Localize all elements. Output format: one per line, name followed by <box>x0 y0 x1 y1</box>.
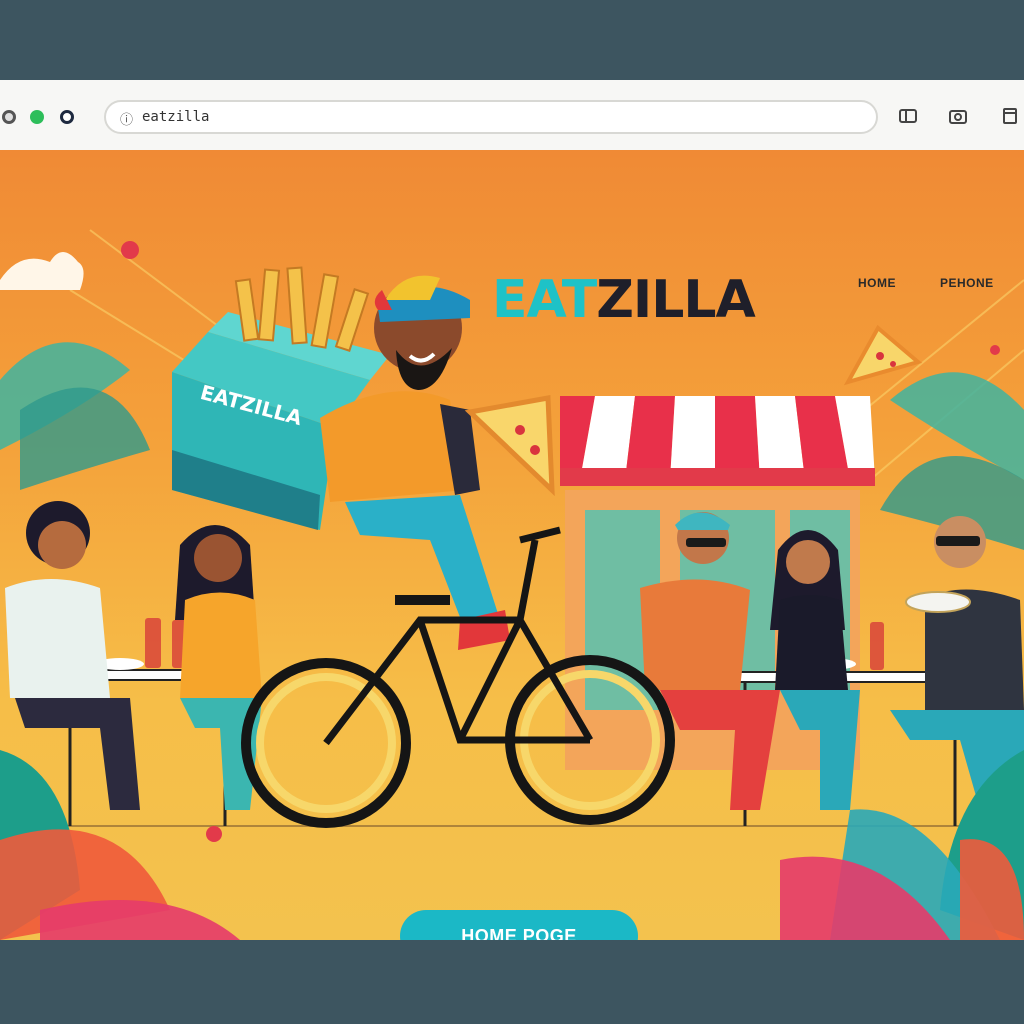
maximize-window-dot[interactable] <box>60 110 74 124</box>
nav-home[interactable]: HOME <box>858 276 896 290</box>
hero-page: EATZILLA HOME PEHONE EATZILLA HOME POGE <box>0 150 1024 940</box>
home-page-button[interactable]: HOME POGE <box>400 910 638 940</box>
hero-illustration <box>0 229 1024 940</box>
minimize-window-dot[interactable] <box>30 110 44 124</box>
address-bar[interactable]: ⓘ eatzilla <box>104 100 878 134</box>
brand-logo-part1: EAT <box>492 270 597 330</box>
extensions-icon[interactable] <box>898 106 918 126</box>
browser-window: ⓘ eatzilla EATZILLA HOME PEHONE EATZILLA… <box>0 80 1024 940</box>
cloud-shape <box>0 252 84 290</box>
browser-toolbar: ⓘ eatzilla <box>0 80 1024 152</box>
info-icon: ⓘ <box>120 112 134 127</box>
nav-phone[interactable]: PEHONE <box>940 276 994 290</box>
close-window-dot[interactable] <box>2 110 16 124</box>
awning <box>560 396 875 486</box>
camera-icon[interactable] <box>948 106 968 126</box>
url-text: eatzilla <box>142 109 210 125</box>
brand-logo-part2: ZILLA <box>596 270 756 330</box>
sidebar-icon[interactable] <box>1000 106 1020 126</box>
brand-logo[interactable]: EATZILLA <box>492 270 756 330</box>
